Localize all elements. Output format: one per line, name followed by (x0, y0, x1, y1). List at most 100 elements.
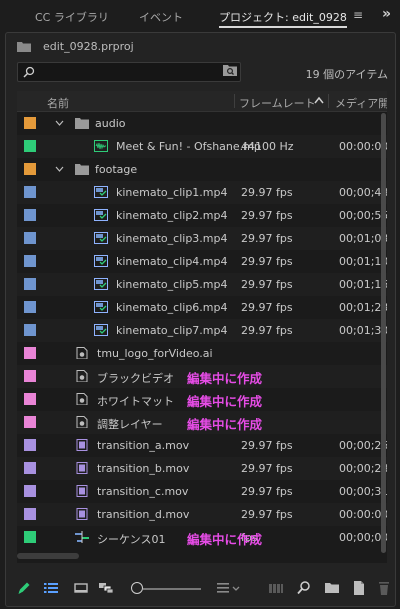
project-item-row[interactable]: kinemato_clip7.mp4 29.97 fps 00;01;30; (17, 319, 387, 342)
zoom-slider-handle[interactable] (131, 582, 143, 594)
project-item-row[interactable]: kinemato_clip3.mp4 29.97 fps 00;01;03; (17, 227, 387, 250)
freeform-view-icon[interactable] (98, 580, 114, 596)
item-media-start: 00;00;48; (339, 186, 387, 199)
label-color-swatch[interactable] (24, 347, 36, 359)
label-color-swatch[interactable] (24, 439, 36, 451)
horizontal-scroll-thumb[interactable] (17, 553, 79, 559)
vertical-scrollbar[interactable] (381, 113, 386, 553)
sort-icon[interactable] (216, 580, 232, 596)
video-clip-icon (94, 232, 108, 244)
label-color-swatch[interactable] (24, 140, 36, 152)
video-clip-icon (94, 255, 108, 267)
tab-overflow-icon[interactable]: » (382, 6, 391, 22)
label-color-swatch[interactable] (24, 393, 36, 405)
column-media-start[interactable]: メディア開始 (335, 95, 387, 111)
new-search-bin-icon[interactable] (223, 64, 237, 76)
video-clip-icon (94, 324, 108, 336)
label-color-swatch[interactable] (24, 255, 36, 267)
label-color-swatch[interactable] (24, 209, 36, 221)
project-item-row[interactable]: transition_d.mov 29.97 fps 00:00:00: (17, 503, 387, 526)
project-item-row[interactable]: 調整レイヤー 編集中に作成 (17, 411, 387, 434)
project-item-row[interactable]: kinemato_clip2.mp4 29.97 fps 00;00;55; (17, 204, 387, 227)
list-view-icon[interactable] (43, 580, 59, 596)
item-framerate: 29.97 fps (241, 439, 293, 452)
movie-clip-icon (76, 508, 88, 520)
bin-row[interactable]: footage (17, 158, 387, 181)
project-item-row[interactable]: ブラックビデオ 編集中に作成 (17, 365, 387, 388)
column-name[interactable]: 名前 (47, 95, 69, 111)
label-color-swatch[interactable] (24, 485, 36, 497)
label-color-swatch[interactable] (24, 324, 36, 336)
project-item-row[interactable]: kinemato_clip1.mp4 29.97 fps 00;00;48; (17, 181, 387, 204)
label-color-swatch[interactable] (24, 416, 36, 428)
still-image-icon (76, 416, 88, 428)
project-item-row[interactable]: ホワイトマット 編集中に作成 (17, 388, 387, 411)
project-item-row[interactable]: transition_a.mov 29.97 fps 00;00;26; (17, 434, 387, 457)
column-framerate[interactable]: フレームレート (239, 95, 316, 111)
item-media-start: 00;01;10; (339, 255, 387, 268)
item-media-start: 00;00;00; (339, 531, 387, 544)
bin-row[interactable]: audio (17, 112, 387, 135)
project-item-row[interactable]: kinemato_clip4.mp4 29.97 fps 00;01;10; (17, 250, 387, 273)
label-color-swatch[interactable] (24, 508, 36, 520)
tab-cc-libraries[interactable]: CC ライブラリ (35, 9, 109, 25)
project-item-row[interactable]: Meet & Fun! - Ofshane.mp 44100 Hz 00:00:00… (17, 135, 387, 158)
item-name: kinemato_clip2.mp4 (116, 209, 228, 222)
label-color-swatch[interactable] (24, 301, 36, 313)
label-color-swatch[interactable] (24, 462, 36, 474)
project-item-row[interactable]: transition_b.mov 29.97 fps 00;00;28; (17, 457, 387, 480)
panel-menu-icon[interactable]: ≡ (353, 8, 363, 22)
movie-clip-icon (76, 462, 88, 474)
pencil-icon[interactable] (16, 580, 32, 596)
icon-view-icon[interactable] (73, 580, 89, 596)
item-media-start: 00:00:00: (339, 508, 387, 521)
video-clip-icon (94, 278, 108, 290)
label-color-swatch[interactable] (24, 232, 36, 244)
label-color-swatch[interactable] (24, 163, 36, 175)
search-input[interactable] (17, 62, 241, 82)
find-icon[interactable] (296, 580, 312, 596)
item-media-start: 00;00;28; (339, 462, 387, 475)
panel-tab-bar: CC ライブラリ イベント プロジェクト: edit_0928 ≡ » (0, 0, 400, 32)
item-name: transition_c.mov (97, 485, 189, 498)
column-divider[interactable] (328, 94, 329, 108)
project-item-row[interactable]: kinemato_clip5.mp4 29.97 fps 00;01;16; (17, 273, 387, 296)
new-bin-icon[interactable] (324, 580, 340, 596)
item-framerate: 29.97 fps (241, 301, 293, 314)
trash-icon[interactable] (376, 580, 392, 596)
item-media-start: 00;01;23; (339, 301, 387, 314)
item-framerate: 29.97 fps (241, 324, 293, 337)
project-item-row[interactable]: tmu_logo_forVideo.ai (17, 342, 387, 365)
audio-clip-icon (94, 140, 108, 152)
item-media-start: 00;00;31; (339, 485, 387, 498)
label-color-swatch[interactable] (24, 278, 36, 290)
item-framerate: 44100 Hz (241, 140, 294, 153)
sort-ascending-icon[interactable] (314, 96, 324, 104)
item-name: tmu_logo_forVideo.ai (97, 347, 213, 360)
label-color-swatch[interactable] (24, 117, 36, 129)
tab-events[interactable]: イベント (139, 9, 183, 25)
project-item-row[interactable]: transition_c.mov 29.97 fps 00;00;31; (17, 480, 387, 503)
still-image-icon (76, 393, 88, 405)
label-color-swatch[interactable] (24, 531, 36, 543)
tab-project[interactable]: プロジェクト: edit_0928 (219, 9, 347, 25)
chevron-down-icon[interactable] (55, 120, 64, 126)
item-framerate: 29.97 fps (241, 255, 293, 268)
label-color-swatch[interactable] (24, 370, 36, 382)
item-framerate: 29.97 fps (241, 232, 293, 245)
column-divider[interactable] (234, 94, 235, 108)
item-framerate: 29.97 fps (241, 278, 293, 291)
zoom-slider-track[interactable] (143, 588, 201, 590)
automate-to-sequence-icon[interactable] (268, 580, 284, 596)
new-item-icon[interactable] (351, 580, 367, 596)
item-name: 調整レイヤー (97, 418, 163, 431)
item-name: Meet & Fun! - Ofshane.mp (116, 140, 261, 153)
project-panel: edit_0928.prproj 19 個のアイテム 名前 フレームレート メデ… (5, 32, 396, 607)
project-item-row[interactable]: kinemato_clip6.mp4 29.97 fps 00;01;23; (17, 296, 387, 319)
sort-dropdown-icon[interactable] (232, 580, 240, 596)
vertical-scroll-thumb[interactable] (381, 113, 386, 553)
chevron-down-icon[interactable] (55, 166, 64, 172)
label-color-swatch[interactable] (24, 186, 36, 198)
item-framerate: 29.97 fps (241, 462, 293, 475)
project-item-row[interactable]: シーケンス01 fps 00;00;00; 編集中に作成 (17, 526, 387, 549)
